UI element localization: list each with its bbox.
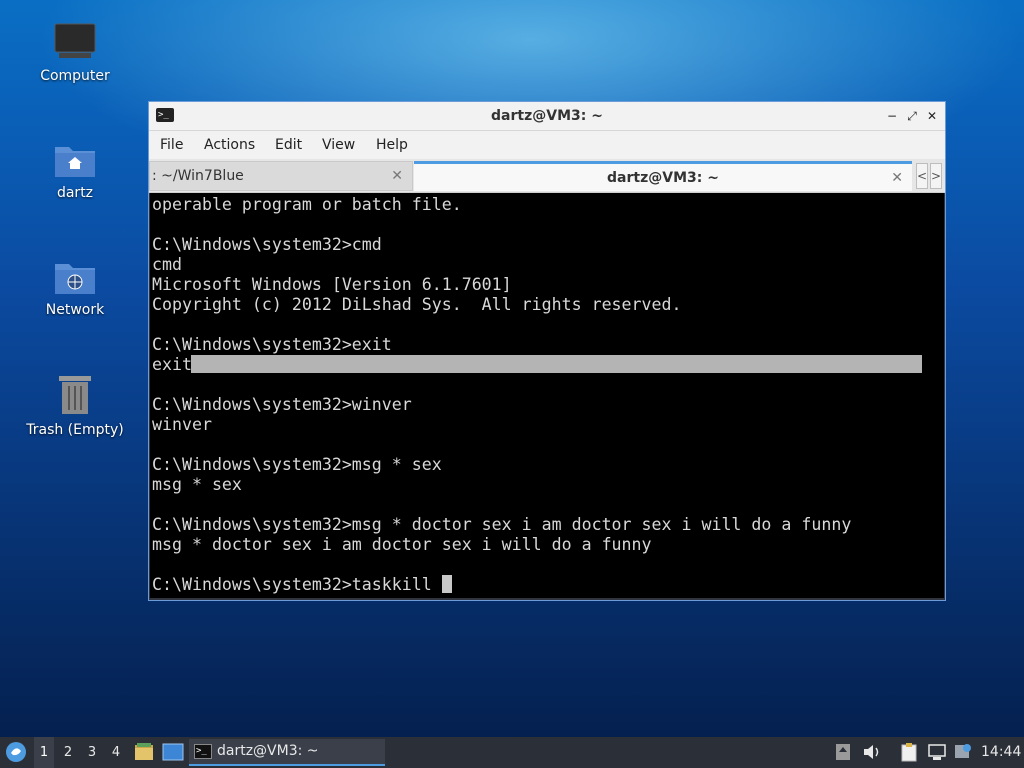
menu-actions[interactable]: Actions bbox=[204, 131, 255, 159]
terminal-line: C:\Windows\system32>winver bbox=[152, 395, 412, 414]
menu-view[interactable]: View bbox=[322, 131, 355, 159]
notification-icon[interactable] bbox=[953, 742, 973, 762]
terminal-line: C:\Windows\system32>msg * sex bbox=[152, 455, 442, 474]
taskbar: 1 2 3 4 >_ dartz@VM3: ~ 14:44 bbox=[0, 737, 1024, 768]
volume-icon[interactable] bbox=[862, 743, 882, 761]
terminal-line: operable program or batch file. bbox=[152, 195, 462, 214]
terminal-line: cmd bbox=[152, 255, 182, 274]
terminal-line: exit bbox=[152, 355, 192, 374]
terminal-output[interactable]: operable program or batch file. C:\Windo… bbox=[150, 193, 944, 598]
terminal-prompt-line: C:\Windows\system32>taskkill bbox=[152, 575, 442, 594]
terminal-line: msg * sex bbox=[152, 475, 242, 494]
tab-label: dartz@VM3: ~ bbox=[607, 170, 719, 186]
clipboard-icon[interactable] bbox=[900, 742, 918, 762]
home-folder-icon bbox=[55, 147, 95, 177]
tab-dartz[interactable]: dartz@VM3: ~ ✕ bbox=[414, 161, 912, 191]
tab-win7blue[interactable]: : ~/Win7Blue ✕ bbox=[149, 161, 413, 191]
network-folder-icon bbox=[55, 264, 95, 294]
desktop-icon-computer[interactable]: Computer bbox=[20, 22, 130, 84]
tab-bar: : ~/Win7Blue ✕ dartz@VM3: ~ ✕ < > bbox=[149, 159, 945, 193]
menu-edit[interactable]: Edit bbox=[275, 131, 302, 159]
workspace-2[interactable]: 2 bbox=[58, 737, 78, 768]
desktop-icon-home[interactable]: dartz bbox=[20, 141, 130, 201]
update-icon[interactable] bbox=[835, 743, 851, 761]
trash-icon bbox=[59, 376, 91, 414]
tab-label: : ~/Win7Blue bbox=[152, 168, 244, 184]
task-label: dartz@VM3: ~ bbox=[217, 743, 319, 759]
desktop-icon-label: dartz bbox=[56, 185, 94, 201]
terminal-line: C:\Windows\system32>msg * doctor sex i a… bbox=[152, 515, 852, 534]
file-manager-icon[interactable] bbox=[134, 742, 154, 762]
desktop-icon-label: Computer bbox=[40, 68, 110, 84]
terminal-line: winver bbox=[152, 415, 212, 434]
terminal-window: >_ dartz@VM3: ~ − ⤢ ✕ File Actions Edit … bbox=[148, 101, 946, 601]
desktop-icon-label: Trash (Empty) bbox=[26, 422, 124, 438]
minimize-button[interactable]: − bbox=[883, 106, 901, 126]
desktop-icon-network[interactable]: Network bbox=[20, 258, 130, 318]
monitor-icon bbox=[54, 23, 96, 58]
network-status-icon[interactable] bbox=[927, 743, 947, 761]
window-title: dartz@VM3: ~ bbox=[491, 108, 603, 124]
window-titlebar[interactable]: >_ dartz@VM3: ~ − ⤢ ✕ bbox=[149, 102, 945, 131]
menu-bar: File Actions Edit View Help bbox=[149, 131, 945, 159]
close-button[interactable]: ✕ bbox=[923, 106, 941, 126]
clock[interactable]: 14:44 bbox=[981, 737, 1021, 768]
restore-button[interactable]: ⤢ bbox=[903, 106, 921, 126]
show-desktop-icon[interactable] bbox=[162, 743, 184, 761]
desktop-icon-trash[interactable]: Trash (Empty) bbox=[20, 372, 130, 438]
terminal-icon: >_ bbox=[194, 744, 212, 759]
workspace-3[interactable]: 3 bbox=[82, 737, 102, 768]
selection-highlight bbox=[191, 355, 922, 373]
tab-close-button[interactable]: ✕ bbox=[391, 162, 403, 190]
menu-file[interactable]: File bbox=[160, 131, 183, 159]
terminal-line: Microsoft Windows [Version 6.1.7601] bbox=[152, 275, 512, 294]
terminal-line: C:\Windows\system32>exit bbox=[152, 335, 392, 354]
desktop-icon-label: Network bbox=[45, 302, 105, 318]
menu-help[interactable]: Help bbox=[376, 131, 408, 159]
tab-scroll-right-button[interactable]: > bbox=[930, 163, 942, 189]
workspace-1[interactable]: 1 bbox=[34, 737, 54, 768]
tab-close-button[interactable]: ✕ bbox=[891, 164, 903, 192]
text-cursor bbox=[442, 575, 452, 593]
workspace-4[interactable]: 4 bbox=[106, 737, 126, 768]
taskbar-task-terminal[interactable]: >_ dartz@VM3: ~ bbox=[189, 739, 385, 766]
terminal-line: Copyright (c) 2012 DiLshad Sys. All righ… bbox=[152, 295, 682, 314]
terminal-line: msg * doctor sex i am doctor sex i will … bbox=[152, 535, 652, 554]
tab-scroll-left-button[interactable]: < bbox=[916, 163, 928, 189]
start-menu-icon[interactable] bbox=[5, 741, 27, 763]
terminal-line: C:\Windows\system32>cmd bbox=[152, 235, 382, 254]
